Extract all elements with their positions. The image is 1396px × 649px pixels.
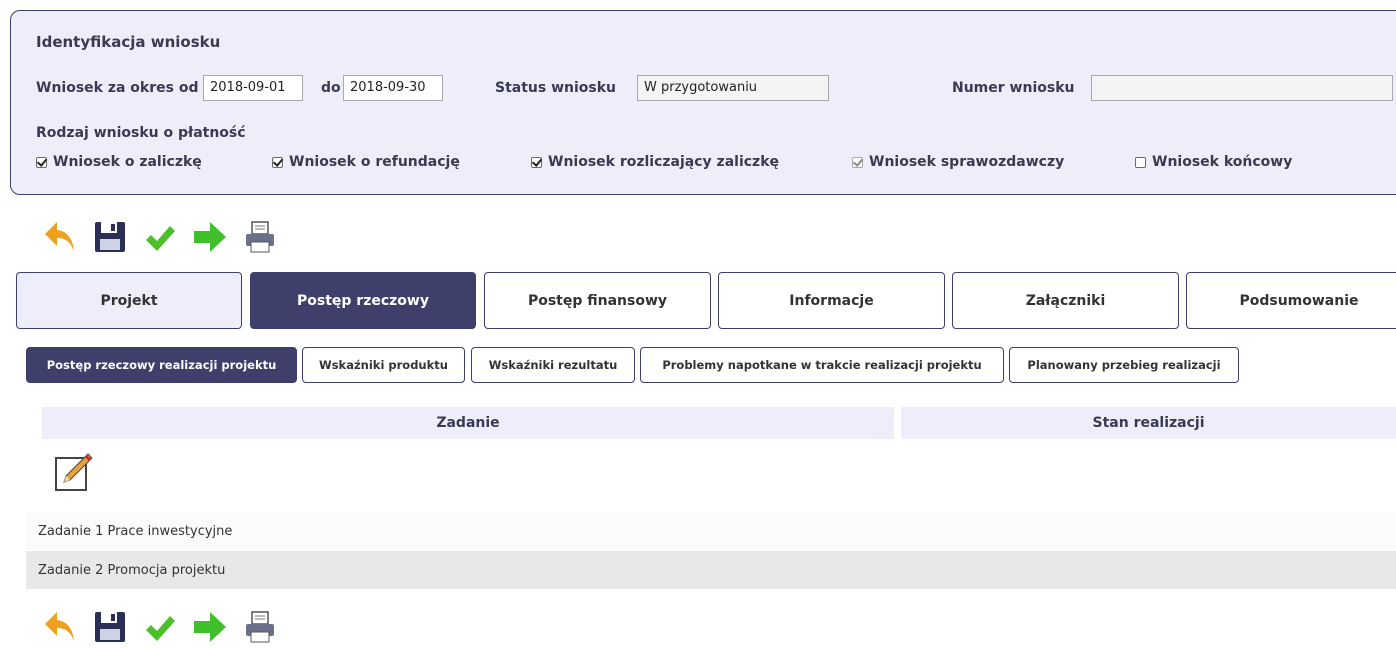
tab-zalaczniki[interactable]: Załączniki	[952, 272, 1179, 329]
submit-icon[interactable]	[192, 218, 228, 256]
checkbox-box	[852, 156, 863, 168]
checkbox-box[interactable]	[272, 156, 283, 168]
table-row[interactable]: Zadanie 1 Prace inwestycyjne	[26, 512, 1396, 550]
toolbar-bottom	[42, 608, 278, 646]
period-from-input[interactable]: 2018-09-01	[203, 75, 303, 101]
identification-title: Identyfikacja wniosku	[36, 33, 221, 51]
status-label: Status wniosku	[495, 80, 617, 96]
type-label: Rodzaj wniosku o płatność	[36, 125, 246, 141]
checkbox-settlement[interactable]: Wniosek rozliczający zaliczkę	[531, 154, 779, 170]
checkbox-refund[interactable]: Wniosek o refundację	[272, 154, 460, 170]
subtab-planowany-przebieg[interactable]: Planowany przebieg realizacji	[1009, 347, 1239, 383]
number-field	[1091, 75, 1393, 101]
edit-icon[interactable]	[54, 452, 94, 492]
submit-icon[interactable]	[192, 608, 228, 646]
tab-projekt[interactable]: Projekt	[16, 272, 242, 329]
subtab-label: Wskaźniki rezultatu	[488, 358, 618, 372]
task-name: Zadanie 2 Promocja projektu	[38, 562, 226, 578]
checkbox-label: Wniosek o refundację	[289, 154, 460, 170]
validate-icon[interactable]	[142, 608, 178, 646]
subtab-label: Planowany przebieg realizacji	[1027, 358, 1221, 372]
checkbox-box[interactable]	[531, 156, 542, 168]
checkbox-final[interactable]: Wniosek końcowy	[1135, 154, 1292, 170]
print-icon[interactable]	[242, 608, 278, 646]
tab-postep-finansowy[interactable]: Postęp finansowy	[484, 272, 711, 329]
tab-label: Informacje	[789, 292, 874, 309]
print-icon[interactable]	[242, 218, 278, 256]
checkbox-report: Wniosek sprawozdawczy	[852, 154, 1064, 170]
save-icon[interactable]	[92, 218, 128, 256]
tab-label: Podsumowanie	[1239, 292, 1359, 309]
number-label: Numer wniosku	[952, 80, 1075, 96]
task-name: Zadanie 1 Prace inwestycyjne	[38, 523, 233, 539]
column-header-zadanie: Zadanie	[42, 407, 894, 439]
checkbox-advance[interactable]: Wniosek o zaliczkę	[36, 154, 202, 170]
subtab-wskazniki-rezultatu[interactable]: Wskaźniki rezultatu	[471, 347, 635, 383]
tab-label: Projekt	[100, 292, 158, 309]
table-row[interactable]: Zadanie 2 Promocja projektu	[26, 551, 1396, 589]
period-from-label: Wniosek za okres od	[36, 80, 199, 96]
checkbox-label: Wniosek końcowy	[1152, 154, 1293, 170]
column-header-stan-realizacji: Stan realizacji	[901, 407, 1396, 439]
checkbox-box[interactable]	[36, 156, 47, 168]
period-to-input[interactable]: 2018-09-30	[343, 75, 443, 101]
back-icon[interactable]	[42, 608, 78, 646]
toolbar-top	[42, 218, 278, 256]
subtab-postep-rzeczowy-realizacji[interactable]: Postęp rzeczowy realizacji projektu	[26, 347, 297, 383]
tab-label: Postęp finansowy	[527, 292, 668, 309]
save-icon[interactable]	[92, 608, 128, 646]
subtab-label: Postęp rzeczowy realizacji projektu	[46, 358, 277, 372]
subtab-wskazniki-produktu[interactable]: Wskaźniki produktu	[302, 347, 465, 383]
tab-postep-rzeczowy[interactable]: Postęp rzeczowy	[250, 272, 476, 329]
back-icon[interactable]	[42, 218, 78, 256]
checkbox-label: Wniosek rozliczający zaliczkę	[548, 154, 779, 170]
validate-icon[interactable]	[142, 218, 178, 256]
subtab-label: Wskaźniki produktu	[319, 358, 448, 372]
subtab-problemy[interactable]: Problemy napotkane w trakcie realizacji …	[640, 347, 1004, 383]
checkbox-label: Wniosek sprawozdawczy	[869, 154, 1065, 170]
checkbox-box[interactable]	[1135, 156, 1146, 168]
tab-label: Postęp rzeczowy	[297, 292, 429, 309]
tab-label: Załączniki	[1025, 292, 1106, 309]
checkbox-label: Wniosek o zaliczkę	[53, 154, 202, 170]
period-to-label: do	[321, 80, 341, 96]
subtab-label: Problemy napotkane w trakcie realizacji …	[662, 358, 982, 372]
tab-podsumowanie[interactable]: Podsumowanie	[1186, 272, 1396, 329]
status-field: W przygotowaniu	[637, 75, 829, 101]
tab-informacje[interactable]: Informacje	[718, 272, 945, 329]
